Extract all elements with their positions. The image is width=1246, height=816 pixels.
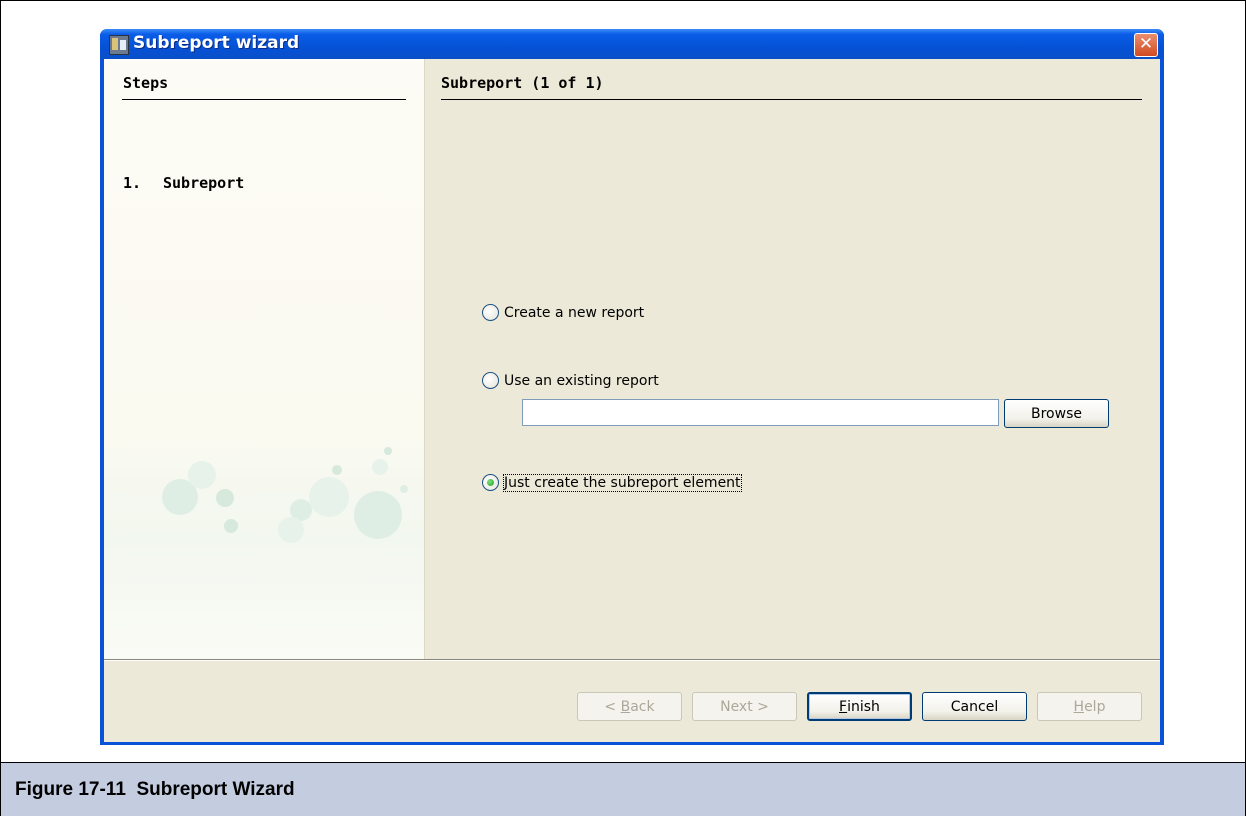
decorative-bubble: [332, 465, 342, 475]
back-button[interactable]: < Back: [577, 692, 682, 721]
option-just-create-element[interactable]: Just create the subreport element: [482, 473, 742, 492]
app-icon: [109, 35, 129, 55]
decorative-bubble: [372, 459, 388, 475]
wizard-window: Subreport wizard ✕ Steps 1. Subreport Sub…: [100, 29, 1164, 745]
footer-separator-highlight: [104, 660, 1160, 661]
cancel-label: Cancel: [950, 698, 999, 715]
radio-create-new-report[interactable]: [482, 304, 499, 321]
pane-divider: [424, 59, 425, 659]
cancel-button[interactable]: Cancel: [922, 692, 1027, 721]
back-prefix: <: [604, 698, 621, 715]
steps-divider: [122, 99, 406, 100]
browse-label: Browse: [1031, 405, 1082, 422]
figure-caption-bar: Figure 17-11 Subreport Wizard: [1, 762, 1245, 816]
decorative-bubble: [278, 517, 304, 543]
decorative-bubble: [216, 489, 234, 507]
option-create-new-report[interactable]: Create a new report: [482, 304, 644, 321]
window-title: Subreport wizard: [133, 33, 300, 53]
step-item-subreport: 1. Subreport: [123, 174, 244, 192]
panel-divider: [441, 99, 1142, 100]
finish-rest: inish: [847, 698, 880, 715]
step-label: Subreport: [163, 174, 245, 192]
back-mnemonic: B: [620, 698, 631, 715]
title-bar[interactable]: Subreport wizard ✕: [100, 29, 1164, 59]
help-button[interactable]: Help: [1037, 692, 1142, 721]
help-rest: elp: [1084, 698, 1106, 715]
finish-mnemonic: F: [839, 698, 848, 715]
decorative-bubble: [400, 485, 408, 493]
option-label: Use an existing report: [504, 372, 659, 389]
decorative-bubble: [188, 461, 216, 489]
option-label: Create a new report: [504, 304, 645, 321]
help-mnemonic: H: [1073, 698, 1085, 715]
steps-header: Steps: [123, 74, 169, 92]
close-icon: ✕: [1138, 34, 1154, 54]
decorative-bubble: [354, 491, 402, 539]
back-rest: ack: [630, 698, 655, 715]
steps-pane: Steps 1. Subreport: [104, 59, 424, 659]
dialog-client-area: Steps 1. Subreport Subreport (1 of 1) Cre…: [104, 59, 1160, 742]
figure-caption: Figure 17-11 Subreport Wizard: [15, 779, 295, 800]
next-button[interactable]: Next >: [692, 692, 797, 721]
option-label: Just create the subreport element: [503, 473, 742, 492]
radio-use-existing-report[interactable]: [482, 372, 499, 389]
panel-title: Subreport (1 of 1): [441, 74, 604, 92]
report-path-input[interactable]: [522, 399, 999, 426]
decorative-bubble: [309, 477, 349, 517]
finish-button[interactable]: Finish: [807, 692, 912, 721]
close-button[interactable]: ✕: [1134, 33, 1158, 57]
option-use-existing-report[interactable]: Use an existing report: [482, 372, 659, 389]
decorative-bubble: [224, 519, 238, 533]
browse-button[interactable]: Browse: [1004, 399, 1109, 428]
step-number: 1.: [123, 174, 142, 192]
radio-just-create-element[interactable]: [482, 474, 499, 491]
decorative-bubble: [384, 447, 392, 455]
next-label: Next >: [720, 698, 769, 715]
